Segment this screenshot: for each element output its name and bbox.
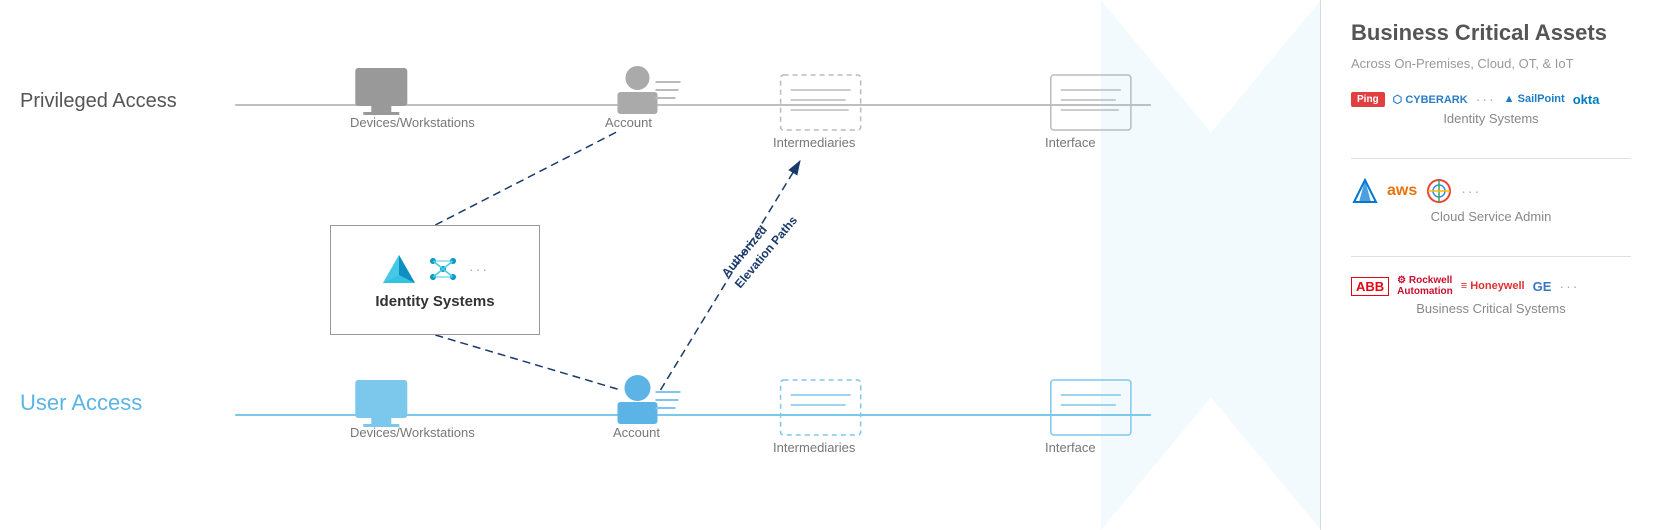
rockwell-logo: ⚙ RockwellAutomation [1397,275,1453,297]
cloud-logos: aws ··· [1351,177,1631,205]
cloud-section-label: Cloud Service Admin [1351,209,1631,224]
priv-account-label: Account [605,115,652,130]
google-logo [1425,177,1453,205]
diagram-svg [0,0,1321,530]
aws-logo: aws [1387,182,1417,200]
user-account-label: Account [613,425,660,440]
right-panel-title: Business Critical Assets [1351,20,1631,46]
identity-dots: ··· [1476,91,1496,107]
honeywell-logo: ≡ Honeywell [1461,280,1525,292]
business-section-label: Business Critical Systems [1351,301,1631,316]
right-panel-subtitle: Across On-Premises, Cloud, OT, & IoT [1351,56,1631,71]
priv-interface-label: Interface [1045,135,1096,150]
okta-logo: okta [1573,92,1600,107]
vendor-section-identity: Ping ⬡ CYBERARK ··· ▲ SailPoint okta Ide… [1351,91,1631,126]
identity-systems-box: ··· Identity Systems [330,225,540,335]
divider-1 [1351,158,1631,159]
identity-logos: Ping ⬡ CYBERARK ··· ▲ SailPoint okta [1351,91,1631,107]
cyberark-logo: ⬡ CYBERARK [1393,93,1468,106]
ping-logo: Ping [1351,92,1385,107]
priv-devices-label: Devices/Workstations [350,115,475,130]
user-devices-label: Devices/Workstations [350,425,475,440]
user-intermediaries-label: Intermediaries [773,440,855,455]
user-interface-label: Interface [1045,440,1096,455]
ge-logo: GE [1533,279,1552,294]
business-logos: ABB ⚙ RockwellAutomation ≡ Honeywell GE … [1351,275,1631,297]
divider-2 [1351,256,1631,257]
right-panel: Business Critical Assets Across On-Premi… [1321,0,1661,530]
vendor-section-business: ABB ⚙ RockwellAutomation ≡ Honeywell GE … [1351,275,1631,316]
identity-box-label: Identity Systems [375,293,494,310]
pyramid-icon [381,251,417,287]
cloud-dots: ··· [1461,183,1481,199]
identity-box-dots: ··· [469,261,489,277]
azure-logo [1351,177,1379,205]
priv-intermediaries-label: Intermediaries [773,135,855,150]
identity-section-label: Identity Systems [1351,111,1631,126]
identity-box-icons: ··· [381,251,489,287]
main-container: Privileged Access User Access [0,0,1661,530]
network-icon [425,251,461,287]
vendor-section-cloud: aws ··· Cloud Service Admin [1351,177,1631,224]
abb-logo: ABB [1351,277,1389,296]
sailpoint-logo: ▲ SailPoint [1504,93,1565,105]
business-dots: ··· [1559,278,1579,294]
diagram-area: Privileged Access User Access [0,0,1321,530]
